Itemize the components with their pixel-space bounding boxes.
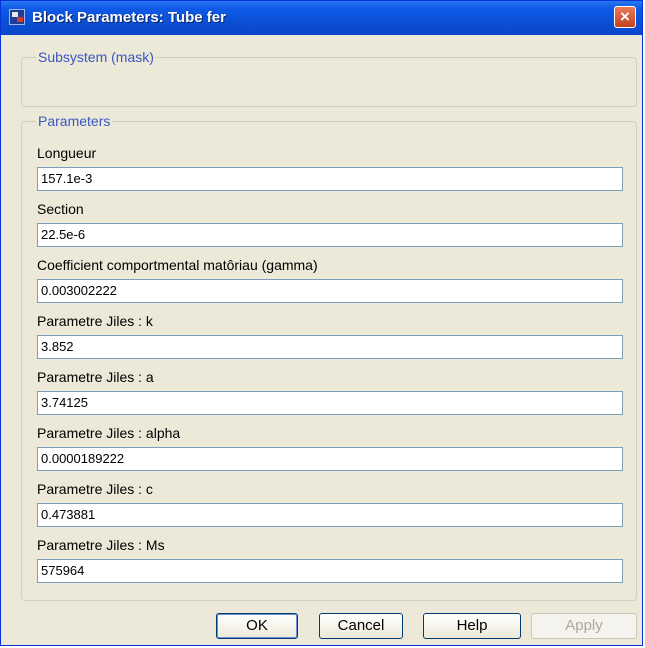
ok-button[interactable]: OK xyxy=(216,613,298,639)
longueur-input[interactable]: 157.1e-3 xyxy=(37,167,623,191)
gamma-input[interactable]: 0.003002222 xyxy=(37,279,623,303)
jiles-alpha-input[interactable]: 0.0000189222 xyxy=(37,447,623,471)
parameters-title: Parameters xyxy=(36,113,113,129)
title-bar[interactable]: Block Parameters: Tube fer × xyxy=(1,1,642,35)
help-button[interactable]: Help xyxy=(423,613,521,639)
field-label-gamma: Coefficient comportmental matôriau (gamm… xyxy=(37,257,318,273)
field-label-jiles-c: Parametre Jiles : c xyxy=(37,481,153,497)
field-label-jiles-a: Parametre Jiles : a xyxy=(37,369,154,385)
jiles-ms-input[interactable]: 575964 xyxy=(37,559,623,583)
dialog-window: Block Parameters: Tube fer × Subsystem (… xyxy=(0,0,643,646)
section-input[interactable]: 22.5e-6 xyxy=(37,223,623,247)
simulink-block-icon xyxy=(9,9,25,25)
close-icon[interactable]: × xyxy=(614,6,636,28)
parameters-group: Parameters xyxy=(21,113,637,601)
jiles-k-input[interactable]: 3.852 xyxy=(37,335,623,359)
field-label-jiles-alpha: Parametre Jiles : alpha xyxy=(37,425,181,441)
apply-button[interactable]: Apply xyxy=(531,613,637,639)
jiles-a-input[interactable]: 3.74125 xyxy=(37,391,623,415)
field-label-section: Section xyxy=(37,201,84,217)
jiles-c-input[interactable]: 0.473881 xyxy=(37,503,623,527)
field-label-jiles-ms: Parametre Jiles : Ms xyxy=(37,537,165,553)
subsystem-mask-group: Subsystem (mask) xyxy=(21,49,637,107)
field-label-longueur: Longueur xyxy=(37,145,97,161)
field-label-jiles-k: Parametre Jiles : k xyxy=(37,313,153,329)
window-title: Block Parameters: Tube fer xyxy=(32,9,226,26)
cancel-button[interactable]: Cancel xyxy=(319,613,403,639)
subsystem-mask-title: Subsystem (mask) xyxy=(36,49,156,65)
